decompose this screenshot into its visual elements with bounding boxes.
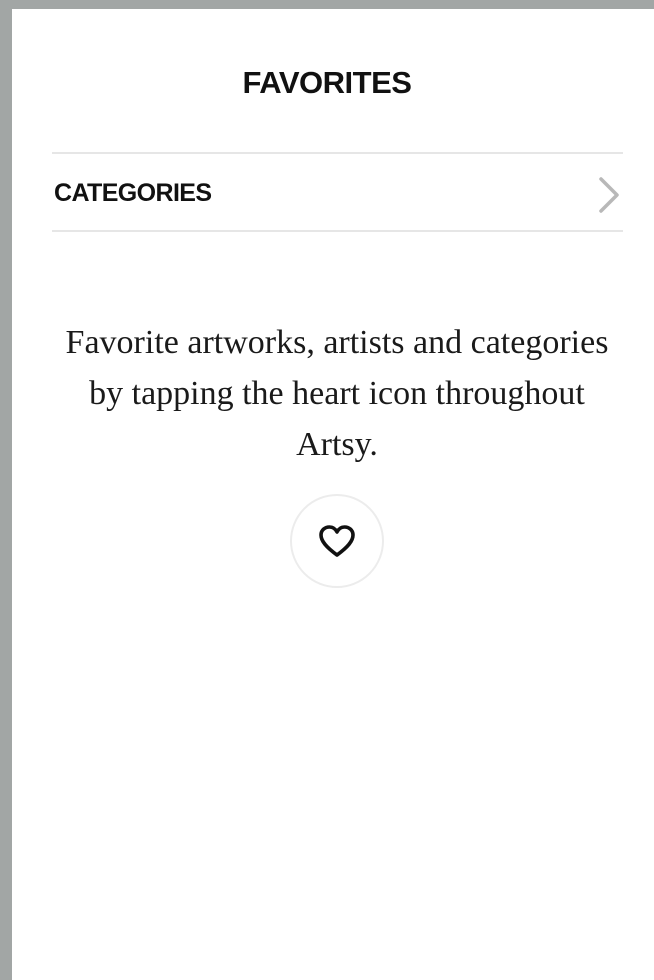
favorite-heart-button[interactable] — [290, 494, 384, 588]
heart-icon — [319, 525, 355, 557]
chevron-right-icon — [599, 177, 619, 213]
categories-row[interactable]: CATEGORIES — [52, 152, 623, 232]
empty-state-message: Favorite artworks, artists and categorie… — [65, 324, 609, 463]
categories-label: CATEGORIES — [54, 179, 212, 207]
app-screen: FAVORITES CATEGORIES Favorite artworks, … — [12, 9, 654, 980]
page-title: FAVORITES — [242, 65, 412, 100]
